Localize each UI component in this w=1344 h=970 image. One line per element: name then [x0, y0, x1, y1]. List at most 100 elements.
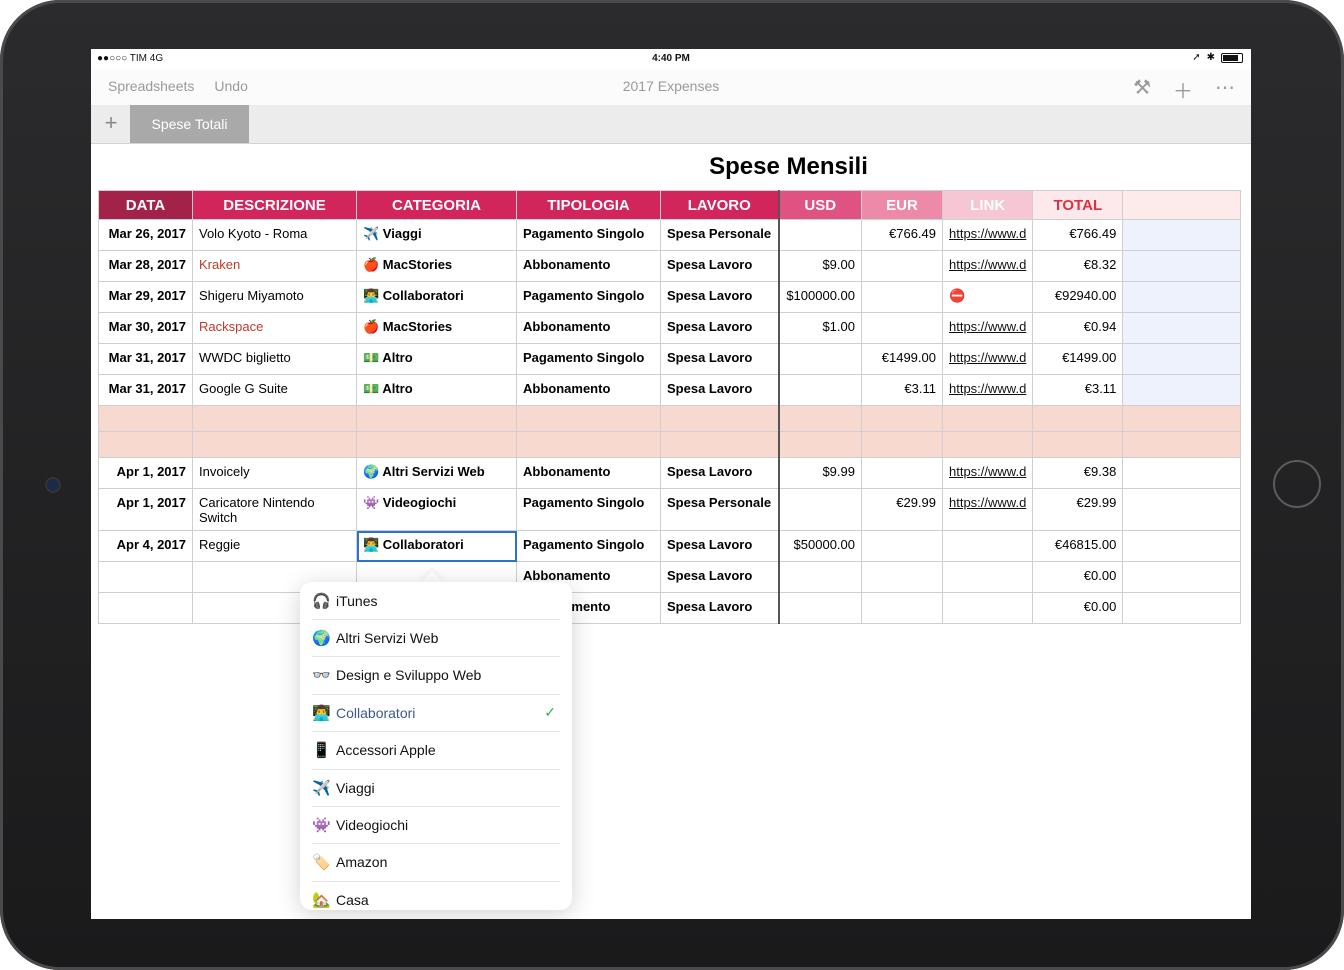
- link-cell[interactable]: https://www.d: [941, 488, 1034, 531]
- date-cell[interactable]: Mar 26, 2017: [98, 219, 193, 251]
- total-cell[interactable]: €0.94: [1032, 312, 1124, 344]
- empty-cell[interactable]: [1122, 431, 1242, 458]
- description-cell[interactable]: WWDC biglietto: [192, 343, 357, 375]
- date-cell[interactable]: Mar 31, 2017: [98, 374, 193, 406]
- date-cell[interactable]: Apr 4, 2017: [98, 530, 193, 562]
- column-header-usd[interactable]: USD: [777, 190, 862, 220]
- usd-cell[interactable]: $9.00: [777, 250, 862, 282]
- type-cell[interactable]: Abbonamento: [516, 374, 661, 406]
- total-cell[interactable]: €0.00: [1032, 561, 1124, 593]
- usd-cell[interactable]: [777, 561, 862, 593]
- empty-cell[interactable]: [861, 405, 943, 432]
- empty-cell[interactable]: [1032, 405, 1124, 432]
- column-header-eur[interactable]: EUR: [861, 190, 943, 220]
- type-cell[interactable]: Pagamento Singolo: [516, 343, 661, 375]
- plus-icon[interactable]: ＋: [1173, 75, 1193, 104]
- empty-cell[interactable]: [1122, 250, 1242, 282]
- total-cell[interactable]: €1499.00: [1032, 343, 1124, 375]
- category-option[interactable]: 👾 Videogiochi: [312, 806, 560, 845]
- empty-cell[interactable]: [98, 431, 193, 458]
- link-cell[interactable]: https://www.d: [941, 250, 1034, 282]
- empty-cell[interactable]: [1122, 312, 1242, 344]
- column-header-data[interactable]: DATA: [98, 190, 193, 220]
- empty-cell[interactable]: [1122, 405, 1242, 432]
- link-cell[interactable]: [941, 561, 1034, 593]
- eur-cell[interactable]: €766.49: [861, 219, 943, 251]
- empty-cell[interactable]: [1122, 488, 1242, 531]
- date-cell[interactable]: Apr 1, 2017: [98, 457, 193, 489]
- usd-cell[interactable]: [777, 592, 862, 624]
- work-cell[interactable]: Spesa Lavoro: [660, 343, 779, 375]
- category-option[interactable]: 👓 Design e Sviluppo Web: [312, 657, 560, 695]
- description-cell[interactable]: Invoicely: [192, 457, 357, 489]
- empty-cell[interactable]: [1122, 374, 1242, 406]
- eur-cell[interactable]: [861, 530, 943, 562]
- link-cell[interactable]: https://www.d: [941, 219, 1034, 251]
- link-cell[interactable]: https://www.d: [941, 457, 1034, 489]
- empty-cell[interactable]: [941, 431, 1034, 458]
- column-header-tipologia[interactable]: TIPOLOGIA: [516, 190, 661, 220]
- description-cell[interactable]: Shigeru Miyamoto: [192, 281, 357, 313]
- empty-cell[interactable]: [1122, 219, 1242, 251]
- eur-cell[interactable]: [861, 592, 943, 624]
- category-cell[interactable]: 🍎 MacStories: [356, 250, 517, 282]
- type-cell[interactable]: Abbonamento: [516, 457, 661, 489]
- total-cell[interactable]: €0.00: [1032, 592, 1124, 624]
- usd-cell[interactable]: [777, 343, 862, 375]
- link-cell[interactable]: https://www.d: [941, 312, 1034, 344]
- category-option[interactable]: 🌍 Altri Servizi Web: [312, 619, 560, 658]
- type-cell[interactable]: Abbonamento: [516, 312, 661, 344]
- usd-cell[interactable]: [777, 374, 862, 406]
- empty-cell[interactable]: [1122, 561, 1242, 593]
- date-cell[interactable]: Mar 29, 2017: [98, 281, 193, 313]
- empty-cell[interactable]: [1122, 343, 1242, 375]
- column-header-empty[interactable]: [1122, 190, 1242, 220]
- empty-cell[interactable]: [516, 405, 661, 432]
- empty-cell[interactable]: [1122, 457, 1242, 489]
- usd-cell[interactable]: [777, 219, 862, 251]
- date-cell[interactable]: Mar 31, 2017: [98, 343, 193, 375]
- category-cell[interactable]: 👨‍💻 Collaboratori: [356, 530, 517, 562]
- eur-cell[interactable]: [861, 312, 943, 344]
- description-cell[interactable]: Google G Suite: [192, 374, 357, 406]
- date-cell[interactable]: [98, 592, 193, 624]
- total-cell[interactable]: €3.11: [1032, 374, 1124, 406]
- eur-cell[interactable]: €3.11: [861, 374, 943, 406]
- empty-cell[interactable]: [1122, 592, 1242, 624]
- column-header-categoria[interactable]: CATEGORIA: [356, 190, 517, 220]
- category-option[interactable]: 🏷️ Amazon: [312, 844, 560, 882]
- column-header-descrizione[interactable]: DESCRIZIONE: [192, 190, 357, 220]
- category-cell[interactable]: 👨‍💻 Collaboratori: [356, 281, 517, 313]
- work-cell[interactable]: Spesa Lavoro: [660, 457, 779, 489]
- total-cell[interactable]: €766.49: [1032, 219, 1124, 251]
- link-cell[interactable]: [941, 592, 1034, 624]
- work-cell[interactable]: Spesa Lavoro: [660, 530, 779, 562]
- empty-cell[interactable]: [192, 405, 357, 432]
- empty-cell[interactable]: [660, 405, 779, 432]
- total-cell[interactable]: €8.32: [1032, 250, 1124, 282]
- description-cell[interactable]: Reggie: [192, 530, 357, 562]
- work-cell[interactable]: Spesa Personale: [660, 219, 779, 251]
- total-cell[interactable]: €9.38: [1032, 457, 1124, 489]
- work-cell[interactable]: Spesa Lavoro: [660, 312, 779, 344]
- empty-cell[interactable]: [861, 431, 943, 458]
- category-cell[interactable]: 💵 Altro: [356, 374, 517, 406]
- category-option[interactable]: 🎧 iTunes: [312, 582, 560, 620]
- add-sheet-button[interactable]: +: [99, 111, 123, 135]
- empty-cell[interactable]: [356, 405, 517, 432]
- usd-cell[interactable]: [777, 488, 862, 531]
- category-option[interactable]: ✈️ Viaggi: [312, 769, 560, 807]
- eur-cell[interactable]: €29.99: [861, 488, 943, 531]
- description-cell[interactable]: Rackspace: [192, 312, 357, 344]
- column-header-total[interactable]: TOTAL: [1032, 190, 1124, 220]
- link-cell[interactable]: [941, 530, 1034, 562]
- home-button[interactable]: [1273, 460, 1321, 508]
- usd-cell[interactable]: $1.00: [777, 312, 862, 344]
- eur-cell[interactable]: [861, 281, 943, 313]
- eur-cell[interactable]: [861, 561, 943, 593]
- work-cell[interactable]: Spesa Lavoro: [660, 374, 779, 406]
- description-cell[interactable]: Kraken: [192, 250, 357, 282]
- empty-cell[interactable]: [660, 431, 779, 458]
- category-cell[interactable]: 👾 Videogiochi: [356, 488, 517, 531]
- type-cell[interactable]: Pagamento Singolo: [516, 281, 661, 313]
